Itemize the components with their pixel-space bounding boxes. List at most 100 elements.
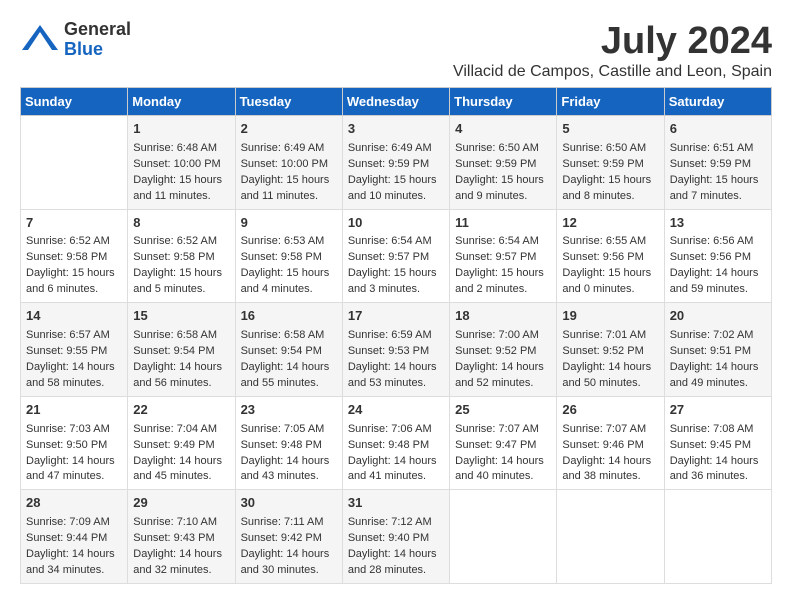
- day-info-line: Daylight: 15 hours: [455, 173, 551, 189]
- day-info-line: Sunset: 9:46 PM: [562, 438, 658, 454]
- day-info-line: Sunrise: 7:00 AM: [455, 328, 551, 344]
- day-info-line: Sunrise: 7:08 AM: [670, 422, 766, 438]
- day-number: 4: [455, 120, 551, 139]
- day-info-line: and 53 minutes.: [348, 376, 444, 392]
- day-number: 9: [241, 214, 337, 233]
- day-number: 14: [26, 307, 122, 326]
- calendar-cell: 24Sunrise: 7:06 AMSunset: 9:48 PMDayligh…: [342, 396, 449, 490]
- day-info-line: Sunset: 9:44 PM: [26, 531, 122, 547]
- calendar-cell: 23Sunrise: 7:05 AMSunset: 9:48 PMDayligh…: [235, 396, 342, 490]
- day-number: 18: [455, 307, 551, 326]
- day-info-line: and 10 minutes.: [348, 189, 444, 205]
- calendar-cell: 13Sunrise: 6:56 AMSunset: 9:56 PMDayligh…: [664, 209, 771, 303]
- logo-general: General: [64, 20, 131, 40]
- day-info-line: Sunrise: 6:49 AM: [241, 141, 337, 157]
- day-info-line: and 7 minutes.: [670, 189, 766, 205]
- day-info-line: Sunset: 9:56 PM: [562, 250, 658, 266]
- day-number: 22: [133, 401, 229, 420]
- day-number: 12: [562, 214, 658, 233]
- day-info-line: Sunset: 10:00 PM: [133, 157, 229, 173]
- day-info-line: Daylight: 15 hours: [348, 266, 444, 282]
- day-number: 25: [455, 401, 551, 420]
- day-info-line: Daylight: 15 hours: [133, 173, 229, 189]
- day-info-line: Sunset: 9:58 PM: [241, 250, 337, 266]
- day-info-line: Daylight: 14 hours: [455, 360, 551, 376]
- weekday-header-cell: Thursday: [450, 88, 557, 116]
- day-info-line: Sunset: 9:59 PM: [455, 157, 551, 173]
- calendar-cell: 1 Sunrise: 6:48 AMSunset: 10:00 PMDayligh…: [128, 116, 235, 210]
- calendar-cell: 29Sunrise: 7:10 AMSunset: 9:43 PMDayligh…: [128, 490, 235, 584]
- day-info-line: and 45 minutes.: [133, 469, 229, 485]
- logo-blue: Blue: [64, 40, 131, 60]
- day-number: 1: [133, 120, 229, 139]
- location-title: Villacid de Campos, Castille and Leon, S…: [453, 63, 772, 81]
- calendar-table: SundayMondayTuesdayWednesdayThursdayFrid…: [20, 87, 772, 584]
- calendar-week-row: 28Sunrise: 7:09 AMSunset: 9:44 PMDayligh…: [21, 490, 772, 584]
- day-info-line: Daylight: 14 hours: [26, 454, 122, 470]
- day-number: 8: [133, 214, 229, 233]
- calendar-cell: 8Sunrise: 6:52 AMSunset: 9:58 PMDaylight…: [128, 209, 235, 303]
- day-info-line: Sunrise: 7:03 AM: [26, 422, 122, 438]
- calendar-cell: 11Sunrise: 6:54 AMSunset: 9:57 PMDayligh…: [450, 209, 557, 303]
- day-info-line: Sunrise: 7:09 AM: [26, 515, 122, 531]
- day-info-line: Sunrise: 6:55 AM: [562, 234, 658, 250]
- day-info-line: Sunset: 9:57 PM: [455, 250, 551, 266]
- day-info-line: Daylight: 14 hours: [670, 266, 766, 282]
- day-info-line: Sunset: 9:45 PM: [670, 438, 766, 454]
- day-info-line: Sunset: 9:58 PM: [26, 250, 122, 266]
- calendar-week-row: 21Sunrise: 7:03 AMSunset: 9:50 PMDayligh…: [21, 396, 772, 490]
- day-number: 19: [562, 307, 658, 326]
- day-info-line: and 58 minutes.: [26, 376, 122, 392]
- day-info-line: Sunset: 9:48 PM: [348, 438, 444, 454]
- calendar-cell: 20Sunrise: 7:02 AMSunset: 9:51 PMDayligh…: [664, 303, 771, 397]
- day-info-line: Daylight: 14 hours: [348, 360, 444, 376]
- day-info-line: Daylight: 14 hours: [241, 360, 337, 376]
- day-info-line: Daylight: 14 hours: [455, 454, 551, 470]
- calendar-cell: [21, 116, 128, 210]
- day-info-line: and 43 minutes.: [241, 469, 337, 485]
- day-number: 31: [348, 494, 444, 513]
- day-info-line: Daylight: 14 hours: [241, 547, 337, 563]
- day-info-line: Daylight: 15 hours: [26, 266, 122, 282]
- calendar-cell: [450, 490, 557, 584]
- day-info-line: Sunset: 9:54 PM: [241, 344, 337, 360]
- day-info-line: and 38 minutes.: [562, 469, 658, 485]
- calendar-cell: 6Sunrise: 6:51 AMSunset: 9:59 PMDaylight…: [664, 116, 771, 210]
- day-info-line: and 55 minutes.: [241, 376, 337, 392]
- day-number: 7: [26, 214, 122, 233]
- day-info-line: Sunrise: 7:07 AM: [455, 422, 551, 438]
- day-info-line: Sunrise: 6:48 AM: [133, 141, 229, 157]
- day-info-line: Sunrise: 6:58 AM: [133, 328, 229, 344]
- day-info-line: Daylight: 15 hours: [455, 266, 551, 282]
- day-info-line: Sunset: 9:43 PM: [133, 531, 229, 547]
- calendar-cell: 17Sunrise: 6:59 AMSunset: 9:53 PMDayligh…: [342, 303, 449, 397]
- day-info-line: Daylight: 15 hours: [241, 266, 337, 282]
- calendar-week-row: 7Sunrise: 6:52 AMSunset: 9:58 PMDaylight…: [21, 209, 772, 303]
- day-info-line: Daylight: 14 hours: [133, 547, 229, 563]
- day-info-line: Sunrise: 6:58 AM: [241, 328, 337, 344]
- weekday-header-cell: Tuesday: [235, 88, 342, 116]
- calendar-body: 1Sunrise: 6:48 AMSunset: 10:00 PMDayligh…: [21, 116, 772, 584]
- calendar-cell: [664, 490, 771, 584]
- calendar-cell: 7Sunrise: 6:52 AMSunset: 9:58 PMDaylight…: [21, 209, 128, 303]
- calendar-cell: 21Sunrise: 7:03 AMSunset: 9:50 PMDayligh…: [21, 396, 128, 490]
- day-info-line: Daylight: 15 hours: [241, 173, 337, 189]
- day-info-line: and 0 minutes.: [562, 282, 658, 298]
- day-info-line: Sunrise: 7:01 AM: [562, 328, 658, 344]
- day-info-line: and 47 minutes.: [26, 469, 122, 485]
- day-info-line: and 49 minutes.: [670, 376, 766, 392]
- calendar-cell: 4 Sunrise: 6:50 AMSunset: 9:59 PMDaylight…: [450, 116, 557, 210]
- day-info-line: Sunset: 9:42 PM: [241, 531, 337, 547]
- day-info-line: Sunset: 9:47 PM: [455, 438, 551, 454]
- calendar-cell: 22Sunrise: 7:04 AMSunset: 9:49 PMDayligh…: [128, 396, 235, 490]
- day-info-line: Sunrise: 6:50 AM: [455, 141, 551, 157]
- day-info-line: Daylight: 14 hours: [133, 454, 229, 470]
- weekday-header-cell: Saturday: [664, 88, 771, 116]
- day-info-line: and 28 minutes.: [348, 563, 444, 579]
- day-info-line: and 34 minutes.: [26, 563, 122, 579]
- day-info-line: and 30 minutes.: [241, 563, 337, 579]
- day-info-line: Sunset: 9:59 PM: [670, 157, 766, 173]
- day-number: 26: [562, 401, 658, 420]
- day-info-line: Daylight: 14 hours: [562, 360, 658, 376]
- day-info-line: Sunrise: 7:06 AM: [348, 422, 444, 438]
